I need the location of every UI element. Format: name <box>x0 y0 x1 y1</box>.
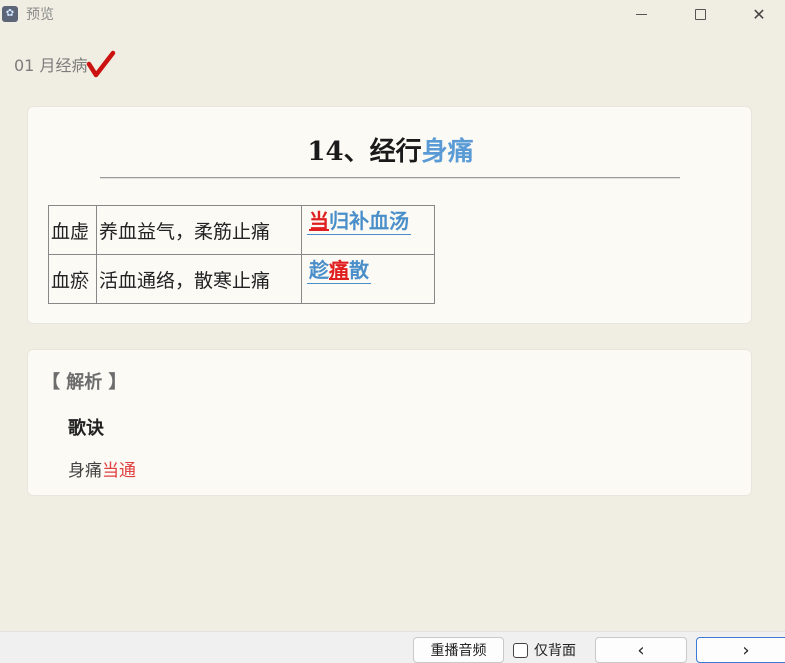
replay-audio-button[interactable]: 重播音频 <box>413 637 504 663</box>
analysis-card: 【 解析 】 歌诀 身痛当通 <box>27 349 752 496</box>
back-only-label: 仅背面 <box>534 643 576 659</box>
close-icon: ✕ <box>752 4 766 24</box>
formula-cell: 当归补血汤 <box>301 205 435 255</box>
previous-button[interactable]: ‹ <box>595 637 687 663</box>
next-button[interactable]: › <box>696 637 785 663</box>
app-icon: ✿ <box>2 6 18 22</box>
formula-key-char: 当 <box>309 209 329 233</box>
analysis-header: 【 解析 】 <box>42 372 127 393</box>
deck-label: 01 月经病 <box>14 56 88 75</box>
formula-key-char: 痛 <box>329 258 349 282</box>
card-title: 14、经行身痛 <box>28 131 753 168</box>
formula-name: 趁痛散 <box>307 257 371 284</box>
minimize-icon <box>635 13 647 15</box>
close-button[interactable]: ✕ <box>736 0 782 28</box>
formula-cell: 趁痛散 <box>301 254 435 304</box>
formula-name: 当归补血汤 <box>307 208 411 235</box>
window-title: 预览 <box>26 7 54 23</box>
syndrome-cell: 血虚 <box>48 205 97 255</box>
song-text: 身痛当通 <box>68 456 136 481</box>
chevron-right-icon: › <box>742 639 750 661</box>
syndrome-table: 血虚 养血益气，柔筋止痛 当归补血汤 血瘀 活血通络，散寒止痛 趁痛散 <box>48 205 435 304</box>
card-title-prefix: 14、经行 <box>307 137 422 167</box>
title-divider <box>100 177 680 179</box>
table-row: 血瘀 活血通络，散寒止痛 趁痛散 <box>48 254 435 304</box>
formula-part: 趁 <box>309 258 329 282</box>
minimize-button[interactable] <box>618 0 664 28</box>
song-plain: 身痛 <box>68 461 102 481</box>
song-highlight: 当通 <box>102 461 136 481</box>
question-card: 14、经行身痛 血虚 养血益气，柔筋止痛 当归补血汤 血瘀 活血通络，散寒止痛 … <box>27 106 752 324</box>
footer-bar: 重播音频 仅背面 ‹ › <box>0 631 785 663</box>
card-title-highlight: 身痛 <box>421 137 474 167</box>
song-label: 歌诀 <box>68 418 104 439</box>
chevron-left-icon: ‹ <box>637 639 645 661</box>
back-only-toggle[interactable]: 仅背面 <box>513 640 576 660</box>
back-only-checkbox[interactable] <box>513 642 528 658</box>
formula-part: 散 <box>349 258 369 282</box>
check-icon <box>86 50 116 78</box>
formula-rest: 归补血汤 <box>329 209 409 233</box>
method-cell: 活血通络，散寒止痛 <box>96 254 302 304</box>
table-row: 血虚 养血益气，柔筋止痛 当归补血汤 <box>48 205 435 255</box>
maximize-button[interactable] <box>677 0 723 28</box>
maximize-icon <box>694 8 706 20</box>
title-bar: ✿ 预览 ✕ <box>0 0 785 28</box>
syndrome-cell: 血瘀 <box>48 254 97 304</box>
method-cell: 养血益气，柔筋止痛 <box>96 205 302 255</box>
